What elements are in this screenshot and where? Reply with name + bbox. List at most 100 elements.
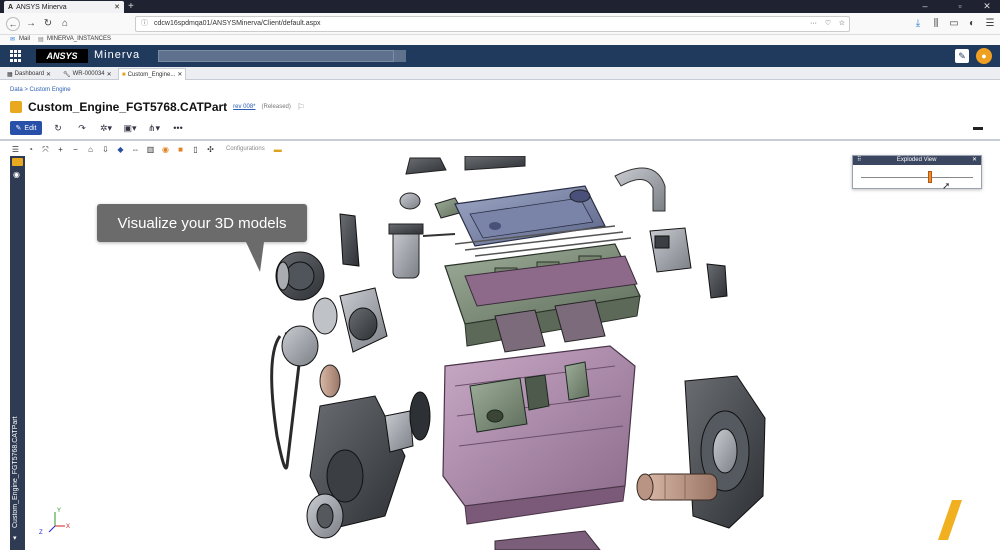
water-pump (312, 287, 388, 353)
refresh-icon[interactable]: ↻ (50, 121, 66, 135)
share-icon[interactable]: ⋔▾ (146, 121, 162, 135)
status-badge: (Released) (261, 104, 291, 110)
measure-icon[interactable]: ▥ (145, 144, 156, 155)
more-options-icon[interactable]: ••• (170, 121, 186, 135)
timing-cover (306, 395, 414, 539)
close-icon[interactable]: ✕ (972, 156, 977, 165)
rotate-icon[interactable]: ◔ (25, 144, 36, 155)
breadcrumb[interactable]: Data > Custom Engine (10, 87, 71, 93)
user-avatar[interactable]: ● (976, 48, 992, 64)
pencil-icon: ✎ (15, 125, 22, 132)
tree-toggle-icon[interactable]: ☰ (10, 144, 21, 155)
minimize-icon[interactable]: – (910, 0, 940, 13)
zoom-in-icon[interactable]: + (55, 144, 66, 155)
tab-wr-000034[interactable]: 🔧︎ WR-000034 ✕ (60, 68, 115, 80)
back-arrow-icon[interactable]: ← (6, 17, 20, 31)
exploded-slider-track[interactable] (861, 177, 973, 178)
maximize-icon[interactable]: ▫ (945, 0, 975, 13)
url-field[interactable]: ⓘ cdcw16spdmqa01/ANSYSMinerva/Client/def… (135, 16, 850, 32)
pan-icon[interactable]: ⤧ (40, 144, 51, 155)
tab-custom-engine-label: Custom_Engine... (127, 71, 176, 78)
home-icon[interactable]: ⌂ (58, 17, 72, 31)
zoom-out-icon[interactable]: − (70, 144, 81, 155)
menu-icon[interactable]: ☰ (983, 17, 997, 31)
forward-arrow-icon[interactable]: → (24, 17, 38, 31)
configurations-dropdown[interactable]: Configurations (226, 146, 265, 152)
axis-triad: Y X Z (39, 508, 70, 536)
mail-icon: ✉ (10, 37, 16, 43)
page-title: Custom_Engine_FGT5768.CATPart (28, 100, 228, 114)
drag-handle-icon[interactable]: ⠿ (857, 156, 861, 165)
alternator (275, 251, 325, 301)
exploded-view-panel: ⠿ Exploded View ✕ (852, 155, 982, 189)
oil-pan (494, 530, 601, 550)
extension-icon[interactable]: ◐ (965, 17, 979, 31)
cube-icon[interactable]: ◆ (115, 144, 126, 155)
ansys-slash-logo (938, 500, 962, 540)
tensioner-pulley (281, 325, 319, 367)
idler-pulley (319, 364, 341, 398)
close-icon[interactable]: ✕ (107, 71, 112, 78)
section-icon[interactable]: ⇔ (130, 144, 141, 155)
page-actions-icon[interactable]: ··· (810, 17, 817, 31)
redo-icon[interactable]: ↷ (74, 121, 90, 135)
revision-link[interactable]: rev 008* (233, 104, 255, 110)
bookmark-minerva-instances[interactable]: MINERVA_INSTANCES (47, 36, 111, 42)
material-icon[interactable]: ■ (175, 144, 186, 155)
exploded-view-title: Exploded View (896, 157, 937, 163)
part-file-icon (10, 101, 22, 113)
close-window-icon[interactable]: ✕ (972, 0, 1000, 13)
comments-icon[interactable]: ▬ (973, 122, 983, 133)
bookmark-mail[interactable]: Mail (19, 36, 30, 42)
flywheel-housing (684, 375, 766, 529)
starter-motor (636, 473, 718, 501)
flag-icon[interactable]: ⚐ (297, 102, 305, 113)
left-bracket (339, 213, 360, 267)
search-input[interactable] (158, 50, 394, 62)
exhaust-pipe (614, 167, 666, 212)
exploded-slider-thumb[interactable] (928, 171, 933, 183)
sidebar-icon[interactable]: ▭ (947, 17, 961, 31)
close-icon[interactable]: ✕ (177, 71, 182, 78)
tab-custom-engine[interactable]: ■ Custom_Engine... ✕ (118, 68, 187, 80)
notifications-icon[interactable]: ✎ (955, 49, 969, 63)
url-text: cdcw16spdmqa01/ANSYSMinerva/Client/defau… (154, 20, 321, 27)
fit-icon[interactable]: ⇩ (100, 144, 111, 155)
folder-open-icon[interactable]: ▬ (269, 144, 287, 155)
layers-icon[interactable]: ◉ (13, 170, 20, 179)
home-view-icon[interactable]: ⌂ (85, 144, 96, 155)
exploded-view-header: ⠿ Exploded View ✕ (853, 156, 981, 165)
notes-icon[interactable]: ▯ (190, 144, 201, 155)
download-icon[interactable]: ⤓ (911, 17, 925, 31)
reload-icon[interactable]: ↻ (41, 17, 55, 31)
info-icon: ⓘ (141, 20, 148, 27)
explode-icon[interactable]: ◉ (160, 144, 171, 155)
close-icon[interactable]: ✕ (46, 71, 51, 78)
ansys-favicon-icon: A (8, 3, 14, 11)
clipboard-icon[interactable]: ▣▾ (122, 121, 138, 135)
edit-button[interactable]: ✎ Edit (10, 121, 42, 135)
browser-tab[interactable]: A ANSYS Minerva ✕ (4, 1, 124, 13)
tab-dashboard[interactable]: ▦ Dashboard ✕ (4, 68, 54, 80)
expand-panel-icon[interactable]: ▾ (13, 534, 17, 542)
workflow-icon[interactable]: ✲▾ (98, 121, 114, 135)
pocket-icon[interactable]: ♡ (825, 17, 831, 31)
edit-button-label: Edit (24, 124, 37, 132)
folder-icon: ▤ (38, 37, 44, 43)
app-header: ANSYS Minerva ✎ ● (0, 45, 1000, 67)
browser-navbar: ← → ↻ ⌂ ⓘ cdcw16spdmqa01/ANSYSMinerva/Cl… (0, 13, 1000, 35)
close-tab-icon[interactable]: ✕ (114, 3, 120, 11)
app-launcher-icon[interactable] (10, 50, 22, 62)
wrench-icon: 🔧︎ (63, 71, 71, 78)
title-row: Custom_Engine_FGT5768.CATPart rev 008* (… (10, 100, 305, 114)
turbo-bracket (649, 227, 692, 273)
settings-icon[interactable]: ✣ (205, 144, 216, 155)
bookmark-star-icon[interactable]: ☆ (839, 17, 845, 31)
header-divider (0, 139, 1000, 141)
library-icon[interactable]: ⫼ (929, 17, 943, 31)
svg-text:Z: Z (39, 530, 43, 536)
callout-tooltip: Visualize your 3D models (97, 204, 307, 242)
search-icon[interactable] (394, 50, 406, 62)
new-tab-button[interactable]: + (128, 0, 134, 13)
front-cover (409, 391, 431, 441)
